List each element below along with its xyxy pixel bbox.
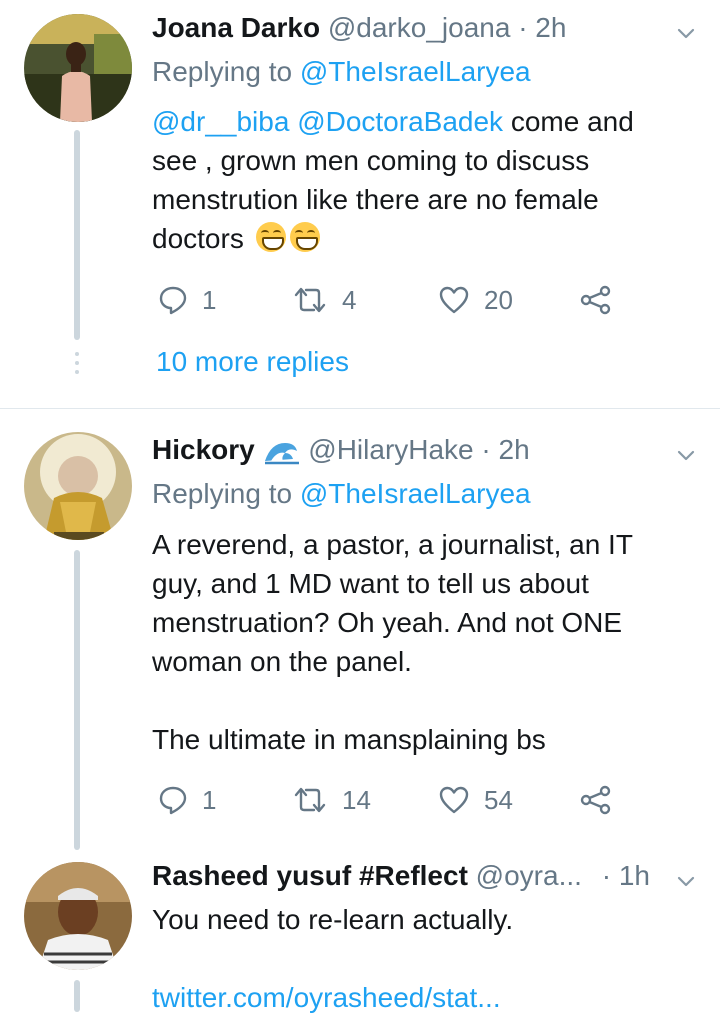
tweet-actions: 1 4 20 bbox=[152, 280, 632, 320]
reply-button[interactable]: 1 bbox=[158, 780, 216, 820]
retweet-icon bbox=[294, 787, 326, 813]
tweet-actions: 1 14 54 bbox=[152, 780, 632, 820]
wave-icon bbox=[264, 443, 299, 465]
tweet-text: @dr__biba @DoctoraBadek come and see , g… bbox=[152, 102, 680, 258]
tweet-text: A reverend, a pastor, a journalist, an I… bbox=[152, 525, 680, 759]
tweet-header: Rasheed yusuf #Reflect @oyra... bbox=[152, 856, 590, 896]
tweet-header: Joana Darko @darko_joana · 2h bbox=[152, 8, 660, 48]
replying-to-label: Replying to bbox=[152, 478, 293, 509]
retweet-button[interactable]: 14 bbox=[292, 780, 371, 820]
like-count: 54 bbox=[484, 784, 513, 815]
timestamp[interactable]: 2h bbox=[499, 434, 530, 465]
separator-dot: · bbox=[518, 12, 528, 43]
tweet-header: Hickory @HilaryHake · 2h bbox=[152, 430, 660, 470]
thread-line bbox=[74, 550, 80, 850]
thread-line bbox=[74, 130, 80, 340]
tweet-text: You need to re-learn actually. bbox=[152, 900, 680, 939]
chevron-down-icon[interactable] bbox=[676, 24, 696, 44]
display-name[interactable]: Hickory bbox=[152, 434, 255, 465]
tweet-meta: · 1h bbox=[602, 856, 650, 896]
timestamp[interactable]: 2h bbox=[535, 12, 566, 43]
tweet-link-container: twitter.com/oyrasheed/stat... bbox=[152, 978, 680, 1017]
replying-to: Replying to @TheIsraelLaryea bbox=[152, 52, 531, 92]
separator-dot: · bbox=[601, 860, 612, 891]
avatar[interactable] bbox=[24, 14, 132, 122]
mention-link[interactable]: @DoctoraBadek bbox=[297, 106, 503, 137]
tweet-body-paragraph: The ultimate in mansplaining bs bbox=[152, 724, 546, 755]
replying-to: Replying to @TheIsraelLaryea bbox=[152, 474, 531, 514]
thread-line bbox=[74, 980, 80, 1012]
heart-icon bbox=[439, 286, 469, 314]
separator-dot: · bbox=[481, 434, 491, 465]
chevron-down-icon[interactable] bbox=[676, 872, 696, 892]
retweet-icon bbox=[294, 287, 326, 313]
reply-count: 1 bbox=[202, 784, 217, 815]
reply-count: 1 bbox=[202, 284, 217, 315]
grinning-squinting-face-icon bbox=[255, 222, 286, 252]
avatar[interactable] bbox=[24, 862, 132, 970]
user-handle[interactable]: @HilaryHake bbox=[308, 434, 473, 465]
share-icon bbox=[580, 785, 611, 815]
tweet-hickory[interactable]: Hickory @HilaryHake · 2h Replying to @Th… bbox=[0, 410, 720, 850]
like-button[interactable]: 20 bbox=[438, 280, 513, 320]
tweet-joana-darko[interactable]: Joana Darko @darko_joana · 2h Replying t… bbox=[0, 0, 720, 410]
share-button[interactable] bbox=[580, 780, 626, 820]
avatar[interactable] bbox=[24, 432, 132, 540]
user-handle[interactable]: @oyra... bbox=[476, 860, 582, 891]
timestamp[interactable]: 1h bbox=[619, 860, 650, 891]
mention-link[interactable]: @dr__biba bbox=[152, 106, 289, 137]
grinning-squinting-face-icon bbox=[289, 222, 320, 252]
tweet-body: You need to re-learn actually. bbox=[152, 904, 514, 935]
chevron-down-icon[interactable] bbox=[676, 446, 696, 466]
share-button[interactable] bbox=[580, 280, 626, 320]
replying-to-link[interactable]: @TheIsraelLaryea bbox=[300, 478, 531, 509]
tweet-link[interactable]: twitter.com/oyrasheed/stat... bbox=[152, 982, 501, 1013]
display-name[interactable]: Rasheed yusuf #Reflect bbox=[152, 860, 468, 891]
replying-to-label: Replying to bbox=[152, 56, 293, 87]
like-button[interactable]: 54 bbox=[438, 780, 513, 820]
replying-to-link[interactable]: @TheIsraelLaryea bbox=[300, 56, 531, 87]
retweet-count: 14 bbox=[342, 784, 371, 815]
reply-icon bbox=[159, 786, 187, 815]
tweet-body-paragraph: A reverend, a pastor, a journalist, an I… bbox=[152, 529, 633, 677]
more-replies-link[interactable]: 10 more replies bbox=[156, 342, 349, 382]
retweet-count: 4 bbox=[342, 284, 357, 315]
user-handle[interactable]: @darko_joana bbox=[328, 12, 511, 43]
heart-icon bbox=[439, 786, 469, 814]
retweet-button[interactable]: 4 bbox=[292, 280, 356, 320]
divider bbox=[0, 408, 720, 409]
reply-button[interactable]: 1 bbox=[158, 280, 216, 320]
thread-dots bbox=[75, 352, 79, 379]
share-icon bbox=[580, 285, 611, 315]
reply-icon bbox=[159, 286, 187, 315]
like-count: 20 bbox=[484, 284, 513, 315]
tweet-rasheed-yusuf[interactable]: Rasheed yusuf #Reflect @oyra... · 1h You… bbox=[0, 850, 720, 1013]
display-name[interactable]: Joana Darko bbox=[152, 12, 320, 43]
